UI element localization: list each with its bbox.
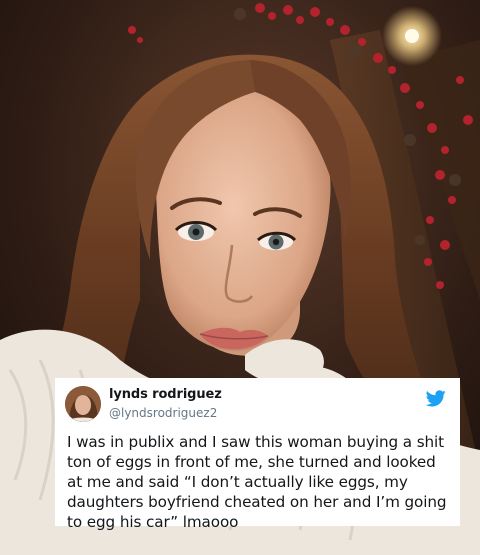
- profile-avatar[interactable]: [65, 386, 101, 422]
- tweet-header: lynds rodriguez @lyndsrodriguez2: [65, 386, 448, 430]
- tweet-text: I was in publix and I saw this woman buy…: [67, 433, 447, 531]
- tweet-author-handle[interactable]: @lyndsrodriguez2: [109, 406, 217, 420]
- tweet-author-name[interactable]: lynds rodriguez: [109, 387, 222, 402]
- tweet-card: lynds rodriguez @lyndsrodriguez2 I was i…: [55, 378, 460, 531]
- twitter-bird-icon: [425, 390, 446, 407]
